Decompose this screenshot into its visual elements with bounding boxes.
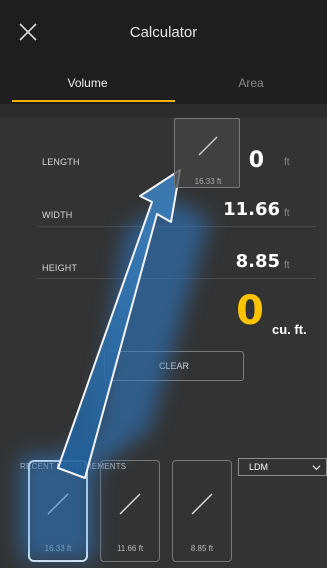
chevron-down-icon — [312, 465, 321, 471]
recent-measurement-caption: 8.85 ft — [190, 544, 214, 553]
diagonal-measure-icon — [47, 493, 69, 515]
volume-result-value: 0 — [236, 288, 264, 334]
height-value[interactable]: 8.85 — [210, 251, 280, 272]
page-title: Calculator — [129, 24, 198, 41]
measurement-filter-value: LDM — [249, 462, 269, 472]
header-bar: Calculator — [0, 0, 327, 64]
dragged-measurement-caption: 16.33 ft — [194, 177, 222, 186]
clear-button[interactable]: CLEAR — [104, 351, 244, 381]
height-divider — [38, 278, 316, 279]
length-label: LENGTH — [42, 157, 80, 167]
recent-measurement-item[interactable]: 16.33 ft — [28, 460, 88, 562]
dragged-measurement-card: 16.33 ft — [174, 118, 240, 188]
diagonal-measure-icon — [119, 493, 141, 515]
recent-measurement-caption: 11.66 ft — [116, 544, 144, 553]
tab-area[interactable]: Area — [175, 76, 327, 90]
width-value[interactable]: 11.66 — [210, 199, 280, 220]
measurement-filter-select[interactable]: LDM — [238, 458, 327, 476]
recent-measurement-item[interactable]: 11.66 ft — [100, 460, 160, 562]
tab-bar: Volume Area — [0, 64, 327, 104]
height-label: HEIGHT — [42, 263, 78, 273]
width-unit: ft — [284, 208, 290, 219]
recent-measurement-caption: 16.33 ft — [44, 544, 72, 553]
diagonal-measure-icon — [198, 136, 218, 156]
panel-top-strip — [0, 104, 327, 118]
tab-volume[interactable]: Volume — [0, 76, 175, 90]
width-divider — [38, 226, 316, 227]
recent-measurement-item[interactable]: 8.85 ft — [172, 460, 232, 562]
width-label: WIDTH — [42, 210, 73, 220]
diagonal-measure-icon — [191, 493, 213, 515]
length-unit: ft — [284, 157, 290, 168]
height-unit: ft — [284, 260, 290, 271]
active-tab-indicator — [12, 100, 175, 102]
volume-result-unit: cu. ft. — [272, 322, 307, 337]
